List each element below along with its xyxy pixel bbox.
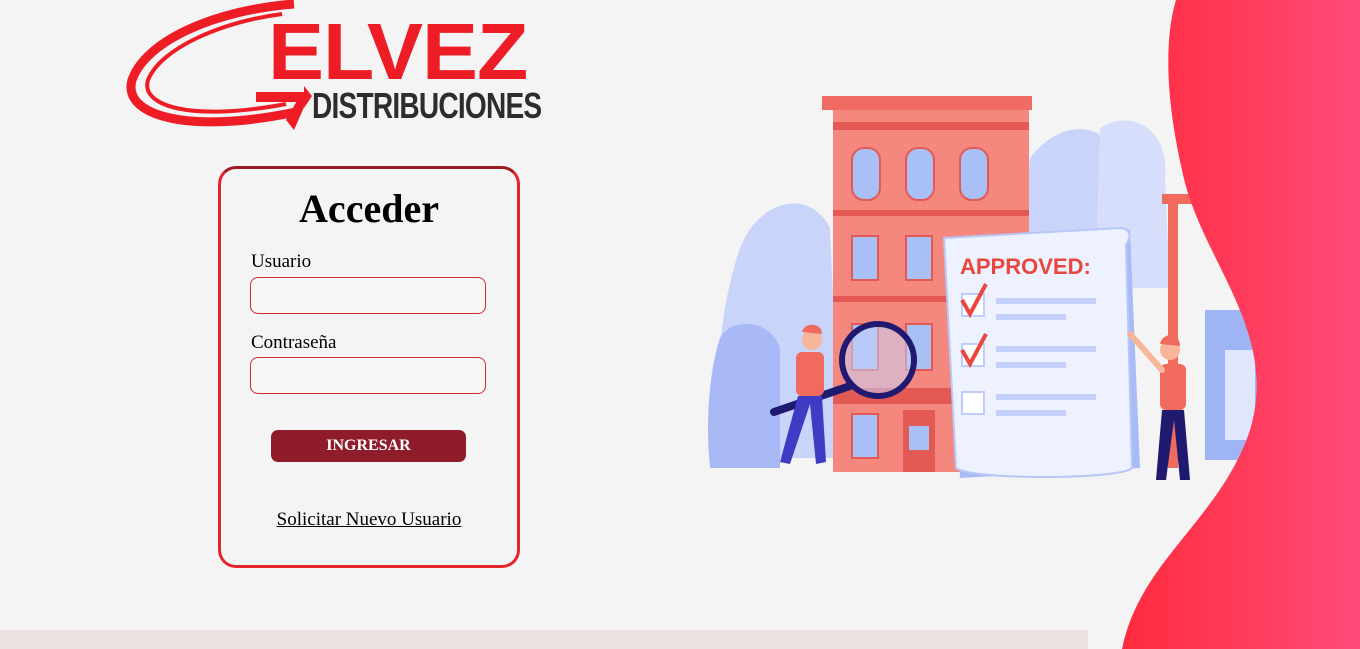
brand-logo: ELVEZ DISTRIBUCIONES — [126, 0, 556, 140]
request-new-user-link[interactable]: Solicitar Nuevo Usuario — [221, 509, 517, 531]
username-label: Usuario — [251, 251, 312, 272]
login-page: ELVEZ DISTRIBUCIONES Acceder Usuario Con… — [0, 0, 1360, 649]
login-card: Acceder Usuario Contraseña INGRESAR Soli… — [218, 166, 520, 568]
footer-strip — [0, 630, 1088, 649]
approved-heading: APPROVED: — [960, 254, 1091, 279]
password-input[interactable] — [250, 357, 486, 394]
username-input[interactable] — [250, 277, 486, 314]
brand-subtitle: DISTRIBUCIONES — [312, 85, 542, 126]
brand-name: ELVEZ — [268, 7, 528, 96]
decorative-wave — [1122, 0, 1360, 649]
ingresar-button[interactable]: INGRESAR — [271, 430, 466, 462]
login-title: Acceder — [299, 186, 439, 231]
password-label: Contraseña — [251, 332, 337, 353]
